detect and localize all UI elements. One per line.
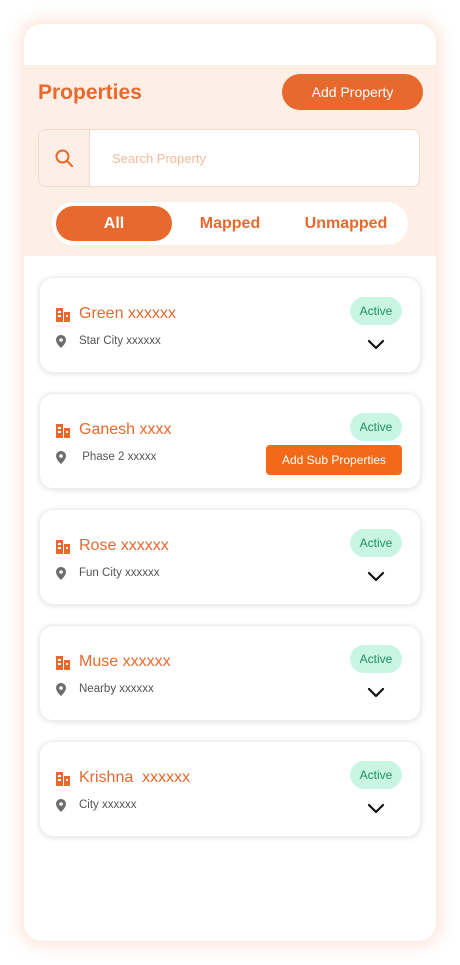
property-card[interactable]: Krishna xxxxxx City xxxxxx Active [39, 741, 421, 837]
property-card[interactable]: Green xxxxxx Star City xxxxxx Active [39, 277, 421, 373]
property-card[interactable]: Muse xxxxxx Nearby xxxxxx Active [39, 625, 421, 721]
add-sub-properties-button[interactable]: Add Sub Properties [266, 445, 402, 475]
building-icon [55, 770, 71, 791]
chevron-down-icon[interactable] [367, 337, 385, 355]
property-location: Nearby xxxxxx [79, 683, 154, 695]
tab-unmapped[interactable]: Unmapped [288, 206, 404, 241]
search-icon[interactable] [39, 130, 90, 186]
chevron-down-icon[interactable] [367, 801, 385, 819]
status-bar [24, 24, 436, 65]
chevron-down-icon[interactable] [367, 685, 385, 703]
property-location: Fun City xxxxxx [79, 567, 160, 579]
search-bar [38, 129, 420, 187]
property-card[interactable]: Rose xxxxxx Fun City xxxxxx Active [39, 509, 421, 605]
status-badge: Active [350, 529, 402, 557]
building-icon [55, 654, 71, 675]
property-name: Ganesh xxxx [79, 421, 172, 438]
location-pin-icon [56, 683, 66, 701]
property-location: City xxxxxx [79, 799, 137, 811]
building-icon [55, 538, 71, 559]
status-badge: Active [350, 645, 402, 673]
chevron-down-icon[interactable] [367, 569, 385, 587]
location-pin-icon [56, 799, 66, 817]
property-location: Phase 2 xxxxx [79, 451, 157, 463]
building-icon [55, 422, 71, 443]
tab-mapped[interactable]: Mapped [172, 206, 288, 241]
status-badge: Active [350, 297, 402, 325]
building-icon [55, 306, 71, 327]
location-pin-icon [56, 335, 66, 353]
status-badge: Active [350, 413, 402, 441]
property-location: Star City xxxxxx [79, 335, 161, 347]
status-badge: Active [350, 761, 402, 789]
add-property-button[interactable]: Add Property [282, 74, 423, 110]
property-name: Krishna xxxxxx [79, 769, 191, 786]
property-name: Green xxxxxx [79, 305, 176, 322]
header: Properties Add Property All Mapped Unmap… [24, 65, 436, 256]
page-title: Properties [38, 81, 142, 104]
tab-all[interactable]: All [56, 206, 172, 241]
filter-tabs: All Mapped Unmapped [52, 202, 408, 245]
property-name: Rose xxxxxx [79, 537, 169, 554]
location-pin-icon [56, 567, 66, 585]
app-screen: Properties Add Property All Mapped Unmap… [24, 24, 436, 941]
property-name: Muse xxxxxx [79, 653, 171, 670]
property-list: Green xxxxxx Star City xxxxxx Active Gan… [39, 277, 421, 857]
search-input[interactable] [90, 130, 419, 186]
location-pin-icon [56, 451, 66, 469]
property-card[interactable]: Ganesh xxxx Phase 2 xxxxx Active Add Sub… [39, 393, 421, 489]
